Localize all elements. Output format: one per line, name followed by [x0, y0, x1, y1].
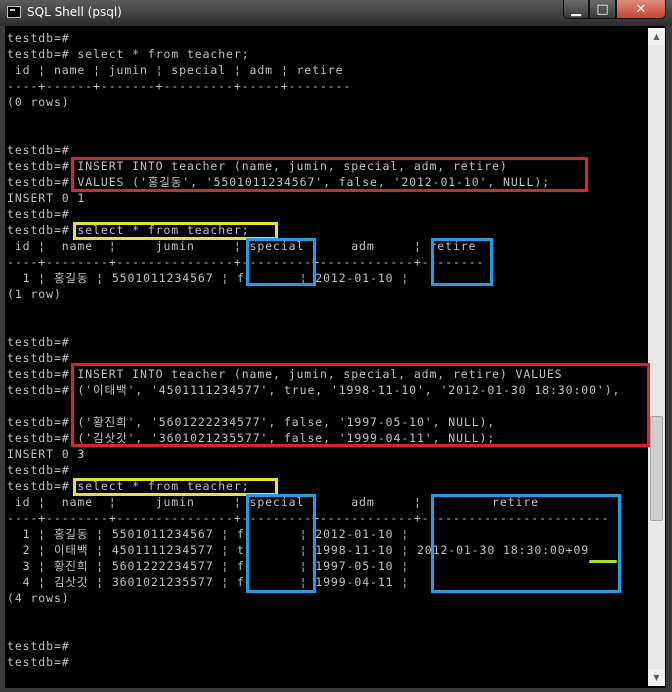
console-line: testdb=# select * from teacher;: [7, 223, 250, 237]
console-line: ----+--------+---------------+---------+…: [7, 511, 610, 525]
console-line: INSERT 0 1: [7, 191, 86, 205]
console-line: testdb=# INSERT INTO teacher (name, jumi…: [7, 159, 508, 173]
scroll-down-arrow-icon[interactable]: ▼: [648, 669, 665, 686]
console-line: testdb=# ('황진희', '5601222234577', false,…: [7, 415, 496, 429]
console-line: INSERT 0 3: [7, 447, 86, 461]
console-line: testdb=#: [7, 143, 70, 157]
console-line: 1 ¦ 홍길동 ¦ 5501011234567 ¦ f ¦ 2012-01-10…: [7, 271, 410, 285]
console-output[interactable]: testdb=# testdb=# select * from teacher; …: [5, 30, 647, 686]
console-line: ----+--------+---------------+---------+…: [7, 255, 485, 269]
console-line: 4 ¦ 김삿갓 ¦ 3601021235577 ¦ f ¦ 1999-04-11…: [7, 575, 410, 589]
console-line: 3 ¦ 황진희 ¦ 5601222234577 ¦ f ¦ 1997-05-10…: [7, 559, 410, 573]
console-line: id ¦ name ¦ jumin ¦ special ¦ adm ¦ reti…: [7, 63, 344, 77]
console-line: ----+------+-------+---------+-----+----…: [7, 79, 352, 93]
window-title: SQL Shell (psql): [27, 5, 122, 19]
scroll-up-arrow-icon[interactable]: ▲: [648, 28, 665, 45]
console-line: (4 rows): [7, 591, 70, 605]
console-line: testdb=# select * from teacher;: [7, 47, 250, 61]
timezone-underline-mark: [589, 560, 617, 563]
close-button[interactable]: ✕: [616, 0, 666, 19]
console-line: testdb=#: [7, 31, 70, 45]
console-line: testdb=#: [7, 207, 70, 221]
window-frame-right: [666, 26, 672, 692]
window-frame-bottom: [0, 688, 672, 692]
minimize-button[interactable]: ▁: [563, 0, 589, 19]
console-line: (1 row): [7, 287, 62, 301]
console-app-icon[interactable]: [7, 6, 21, 18]
scrollbar-thumb[interactable]: [650, 416, 663, 521]
console-line: testdb=#: [7, 463, 70, 477]
console-line: 2 ¦ 이태백 ¦ 4501111234577 ¦ t ¦ 1998-11-10…: [7, 543, 590, 557]
console-line: (0 rows): [7, 95, 70, 109]
console-line: id ¦ name ¦ jumin ¦ special ¦ adm ¦ reti…: [7, 239, 477, 253]
console-line: 1 ¦ 홍길동 ¦ 5501011234567 ¦ f ¦ 2012-01-10…: [7, 527, 410, 541]
console-line: testdb=#: [7, 335, 70, 349]
maximize-button[interactable]: □: [589, 0, 616, 19]
vertical-scrollbar[interactable]: ▲ ▼: [648, 28, 665, 686]
console-line: id ¦ name ¦ jumin ¦ special ¦ adm ¦ reti…: [7, 495, 540, 509]
console-line: testdb=# INSERT INTO teacher (name, jumi…: [7, 367, 563, 381]
console-line: testdb=# ('김삿갓', '3601021235577', false,…: [7, 431, 496, 445]
console-line: testdb=#: [7, 639, 70, 653]
console-line: testdb=# VALUES ('홍길동', '5501011234567',…: [7, 175, 550, 189]
console-line: testdb=# ('이태백', '4501111234577', true, …: [7, 383, 621, 397]
console-line: testdb=# select * from teacher;: [7, 479, 250, 493]
console-line: testdb=#: [7, 655, 70, 669]
console-line: testdb=#: [7, 351, 70, 365]
